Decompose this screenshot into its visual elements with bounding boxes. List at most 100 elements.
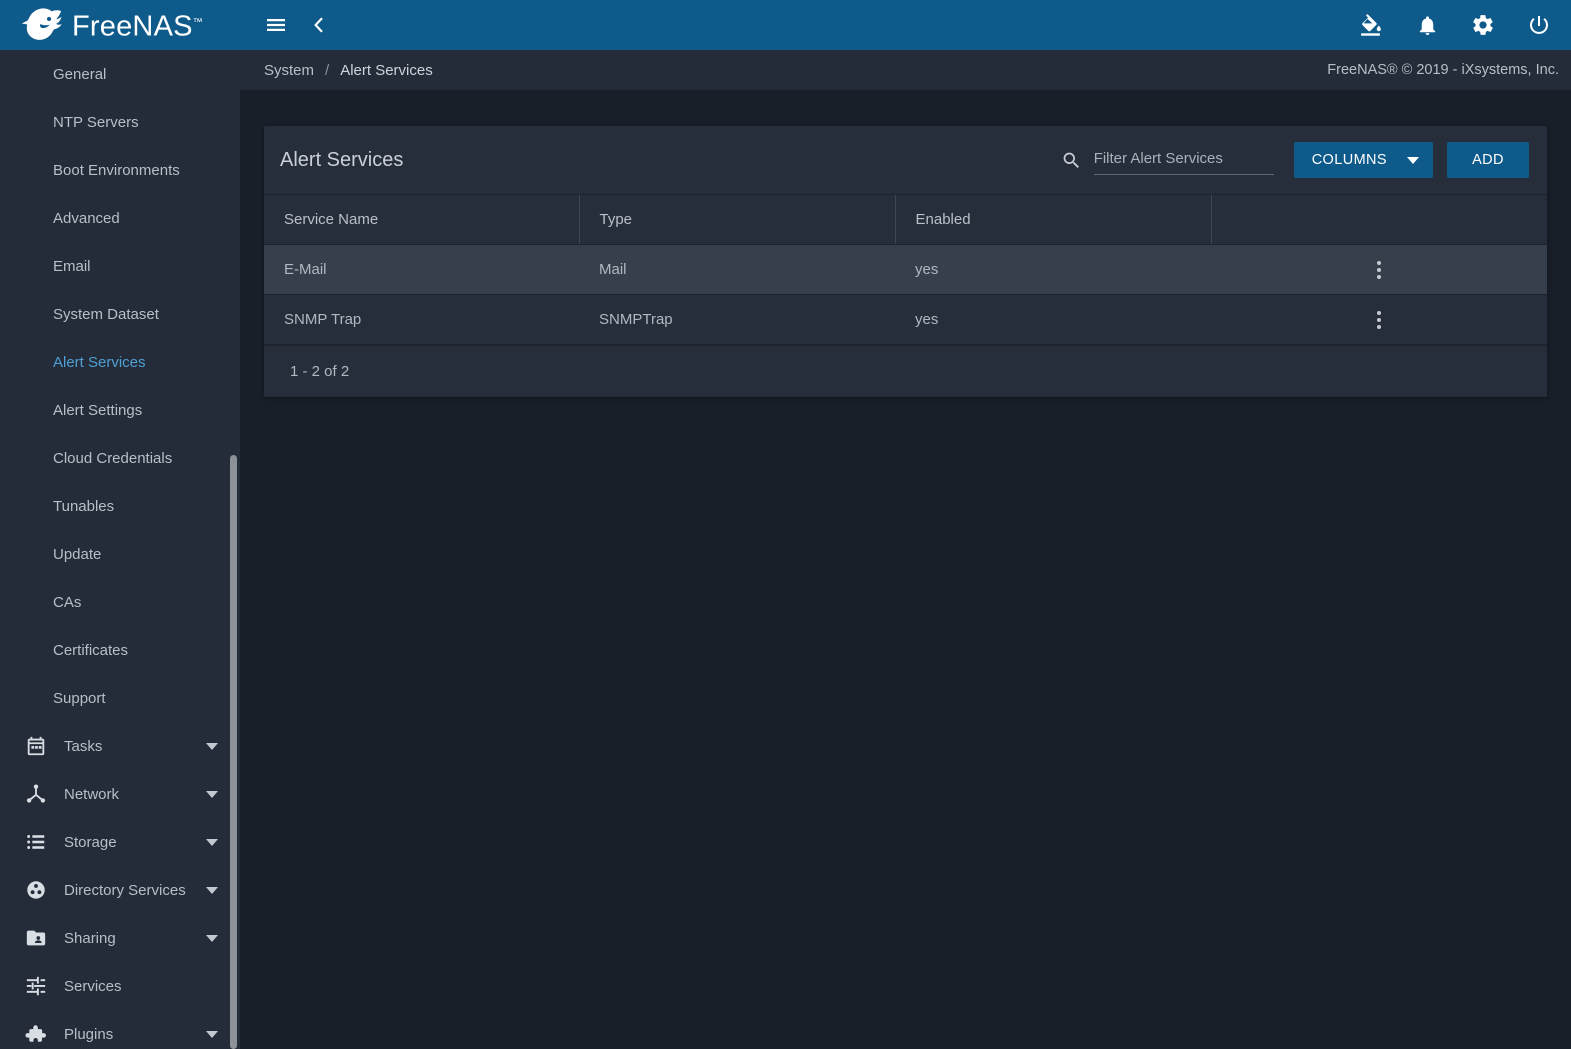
sidebar-item-alert-settings[interactable]: Alert Settings <box>0 386 240 434</box>
sidebar-item-label: Boot Environments <box>53 161 180 179</box>
sidebar-item-boot-environments[interactable]: Boot Environments <box>0 146 240 194</box>
sidebar-item-certificates[interactable]: Certificates <box>0 626 240 674</box>
chevron-down-icon <box>206 742 218 750</box>
sidebar-item-label: Email <box>53 257 91 275</box>
cell-service-name: E-Mail <box>264 244 579 295</box>
sidebar-item-alert-services[interactable]: Alert Services <box>0 338 240 386</box>
more-vert-icon[interactable] <box>1369 260 1389 279</box>
more-vert-icon[interactable] <box>1369 310 1389 329</box>
cell-actions <box>1211 244 1547 295</box>
search-icon <box>1061 150 1082 171</box>
directory-services-icon <box>24 878 48 902</box>
main-area: System / Alert Services FreeNAS® © 2019 … <box>240 0 1571 1049</box>
sidebar-item-label: Tunables <box>53 497 115 515</box>
table-row[interactable]: SNMP Trap SNMPTrap yes <box>264 294 1547 345</box>
breadcrumb-separator: / <box>325 61 330 79</box>
sidebar-item-label: Plugins <box>64 1025 114 1043</box>
chevron-down-icon <box>206 790 218 798</box>
cell-actions <box>1211 294 1547 345</box>
chevron-down-icon <box>206 934 218 942</box>
sidebar-item-update[interactable]: Update <box>0 530 240 578</box>
sidebar-item-advanced[interactable]: Advanced <box>0 194 240 242</box>
sidebar-item-support[interactable]: Support <box>0 674 240 722</box>
sidebar-item-services[interactable]: Services <box>0 962 240 1010</box>
page-title: Alert Services <box>280 148 404 171</box>
sidebar-item-label: NTP Servers <box>53 113 139 131</box>
sharing-folder-icon <box>24 926 48 950</box>
table-row[interactable]: E-Mail Mail yes <box>264 244 1547 295</box>
brand-trademark: ™ <box>192 17 203 29</box>
breadcrumb: System / Alert Services FreeNAS® © 2019 … <box>240 50 1571 90</box>
cell-service-name: SNMP Trap <box>264 294 579 345</box>
sidebar-item-label: System Dataset <box>53 305 159 323</box>
add-button[interactable]: ADD <box>1447 142 1529 178</box>
column-header-actions <box>1210 194 1547 245</box>
settings-gear-icon[interactable] <box>1471 13 1495 37</box>
freenas-fish-logo-icon <box>22 6 64 41</box>
sidebar-item-label: Network <box>64 785 120 803</box>
breadcrumb-item-system[interactable]: System <box>264 62 314 79</box>
cell-type: Mail <box>579 244 895 295</box>
pagination-bar: 1 - 2 of 2 <box>264 345 1547 397</box>
sidebar-item-directory-services[interactable]: Directory Services <box>0 866 240 914</box>
breadcrumb-item-alert-services[interactable]: Alert Services <box>340 62 433 79</box>
alert-services-table: Service Name Type Enabled E-Mail Mail yes S… <box>264 194 1547 345</box>
sidebar-item-ntp-servers[interactable]: NTP Servers <box>0 98 240 146</box>
cell-enabled: yes <box>895 294 1211 345</box>
hamburger-menu-icon[interactable] <box>264 13 288 37</box>
sidebar-item-email[interactable]: Email <box>0 242 240 290</box>
sidebar-item-label: Directory Services <box>64 881 186 899</box>
sidebar-item-storage[interactable]: Storage <box>0 818 240 866</box>
sidebar-item-cloud-credentials[interactable]: Cloud Credentials <box>0 434 240 482</box>
storage-list-icon <box>24 830 48 854</box>
column-header-enabled[interactable]: Enabled <box>894 194 1211 245</box>
columns-button[interactable]: COLUMNS <box>1293 142 1433 178</box>
sidebar-item-label: Alert Services <box>53 353 146 371</box>
sidebar-item-cas[interactable]: CAs <box>0 578 240 626</box>
sidebar-item-label: CAs <box>53 593 82 611</box>
copyright-text: FreeNAS® © 2019 - iXsystems, Inc. <box>1327 62 1559 78</box>
sidebar-item-tunables[interactable]: Tunables <box>0 482 240 530</box>
column-header-type[interactable]: Type <box>578 194 895 245</box>
table-body: E-Mail Mail yes SNMP Trap SNMPTrap yes <box>264 244 1547 345</box>
table-header: Service Name Type Enabled <box>264 194 1547 245</box>
sidebar: FreeNAS™ General NTP Servers Boot Environm… <box>0 0 240 1049</box>
column-header-service-name[interactable]: Service Name <box>264 194 579 245</box>
sidebar-item-general[interactable]: General <box>0 50 240 98</box>
chevron-down-icon <box>1407 156 1419 164</box>
sidebar-item-label: Support <box>53 689 106 707</box>
sidebar-item-label: Certificates <box>53 641 129 659</box>
alert-services-card: Alert Services COLUMNS ADD <box>264 126 1547 397</box>
network-nodes-icon <box>24 782 48 806</box>
sidebar-item-sharing[interactable]: Sharing <box>0 914 240 962</box>
filter-search-box <box>1061 145 1274 175</box>
sidebar-item-label: Tasks <box>64 737 103 755</box>
chevron-down-icon <box>206 838 218 846</box>
theme-paint-bucket-icon[interactable] <box>1359 13 1384 38</box>
sidebar-item-system-dataset[interactable]: System Dataset <box>0 290 240 338</box>
sidebar-item-label: Update <box>53 545 102 563</box>
cell-enabled: yes <box>895 244 1211 295</box>
notification-bell-icon[interactable] <box>1416 14 1439 37</box>
services-sliders-icon <box>24 974 48 998</box>
app-root: FreeNAS™ General NTP Servers Boot Environm… <box>0 0 1571 1049</box>
sidebar-item-label: Cloud Credentials <box>53 449 173 467</box>
chevron-down-icon <box>206 1030 218 1038</box>
search-input[interactable] <box>1093 145 1274 175</box>
chevron-down-icon <box>206 886 218 894</box>
sidebar-item-label: Sharing <box>64 929 116 947</box>
sidebar-item-label: General <box>53 65 107 83</box>
content-area: Alert Services COLUMNS ADD <box>240 90 1571 1049</box>
sidebar-item-label: Alert Settings <box>53 401 143 419</box>
plugins-puzzle-icon <box>24 1022 48 1046</box>
chevron-left-icon[interactable] <box>310 15 330 35</box>
card-header: Alert Services COLUMNS ADD <box>264 126 1547 194</box>
sidebar-item-network[interactable]: Network <box>0 770 240 818</box>
sidebar-nav: General NTP Servers Boot Environments Advan… <box>0 50 240 1049</box>
brand-logo[interactable]: FreeNAS™ <box>0 0 240 50</box>
sidebar-scrollbar-thumb[interactable] <box>230 455 237 1049</box>
columns-button-label: COLUMNS <box>1311 152 1387 168</box>
sidebar-item-tasks[interactable]: Tasks <box>0 722 240 770</box>
sidebar-item-plugins[interactable]: Plugins <box>0 1010 240 1049</box>
power-icon[interactable] <box>1527 13 1551 37</box>
